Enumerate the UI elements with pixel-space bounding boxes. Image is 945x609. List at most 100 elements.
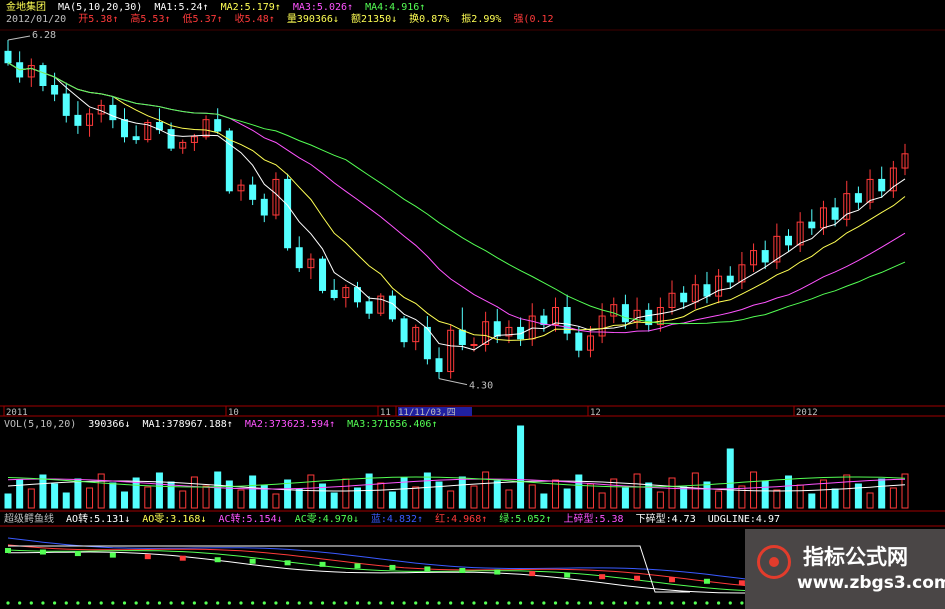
volume-bar-down	[155, 472, 163, 509]
volume-bar-down	[563, 488, 571, 509]
ma20-line	[7, 62, 906, 334]
fractal-dot	[612, 601, 616, 605]
fractal-dot	[647, 601, 651, 605]
volume-bar-up	[633, 473, 641, 509]
fractal-dot	[495, 601, 499, 605]
logo-icon	[757, 545, 791, 579]
candle-down	[62, 93, 70, 116]
fractal-dot	[169, 601, 173, 605]
fractal-dot	[472, 601, 476, 605]
fractal-dot	[262, 601, 266, 605]
candle-down	[878, 178, 886, 192]
volume-bar-down	[109, 482, 117, 509]
fractal-dot	[670, 601, 674, 605]
candle-down	[132, 136, 140, 141]
volume-bar-up	[447, 490, 455, 509]
ma30-line	[7, 62, 906, 325]
fractal-dot	[414, 601, 418, 605]
candle-down	[785, 235, 793, 246]
date-tick-label: 2011	[6, 408, 28, 418]
volume-bar-up	[377, 482, 385, 509]
fractal-down-marker	[424, 566, 431, 572]
volume-bar-down	[388, 491, 396, 509]
fractal-dot	[402, 601, 406, 605]
volume-bar-down	[435, 481, 443, 509]
low-price-label: 4.30	[469, 381, 493, 392]
fractal-down-marker	[39, 549, 46, 555]
candle-down	[167, 129, 175, 149]
fractal-down-marker	[564, 572, 571, 578]
date-tick-label: 11/11/03,四	[398, 408, 456, 418]
fractal-dot	[635, 601, 639, 605]
volume-bar-down	[540, 493, 548, 509]
moving-average-lines	[7, 62, 906, 351]
candle-down	[319, 258, 327, 291]
candle-down	[284, 178, 292, 249]
fractal-dot	[41, 601, 45, 605]
fractal-up-marker	[144, 554, 151, 560]
chart-canvas[interactable]: 2011 10 11 11/11/03,四 12 2012 6.28 4.30	[0, 0, 945, 609]
volume-bars	[4, 425, 909, 509]
fractal-dot	[682, 601, 686, 605]
fractal-dot	[588, 601, 593, 605]
volume-bar-down	[120, 491, 128, 509]
fractal-down-marker	[459, 568, 466, 573]
fractal-dot	[320, 601, 325, 605]
volume-bar-up	[656, 491, 664, 509]
volume-bar-down	[517, 425, 525, 509]
fractal-dot	[600, 601, 604, 605]
fractal-dot	[623, 601, 628, 605]
low-marker-line	[438, 378, 468, 386]
fractal-dot	[565, 601, 569, 605]
fractal-down-marker	[109, 552, 116, 558]
fractal-dot	[507, 601, 511, 605]
volume-bar-up	[528, 484, 536, 509]
candle-up	[470, 344, 478, 346]
volume-bar-up	[505, 489, 513, 509]
price-annotations: 6.28 4.30	[7, 30, 493, 392]
fractal-up-marker	[179, 555, 186, 561]
fractal-dot	[518, 601, 523, 605]
fractal-dot	[717, 601, 721, 605]
volume-bar-down	[214, 471, 222, 509]
fractal-dot	[460, 601, 464, 605]
fractal-up-marker	[599, 574, 606, 580]
volume-bar-down	[62, 492, 70, 509]
candle-down	[808, 221, 816, 229]
volume-bar-up	[482, 471, 490, 509]
volume-bar-up	[97, 473, 105, 509]
fractal-dot	[390, 601, 395, 605]
volume-bar-up	[796, 484, 804, 509]
fractal-dot	[134, 601, 138, 605]
volume-bar-up	[819, 479, 827, 509]
fractal-dot	[740, 601, 744, 605]
ma5-line	[7, 62, 906, 351]
fractal-dot	[693, 601, 697, 605]
volume-bar-up	[307, 474, 315, 509]
volume-bar-down	[575, 474, 583, 509]
fractal-dot	[530, 601, 534, 605]
date-tick-label: 12	[590, 408, 601, 418]
fractal-up-marker	[669, 577, 676, 583]
candle-down	[120, 119, 128, 138]
volume-bar-down	[284, 479, 292, 509]
volume-bar-up	[342, 478, 350, 509]
volume-bar-down	[51, 483, 59, 509]
candle-down	[493, 321, 501, 337]
fractal-down-marker	[494, 569, 501, 575]
date-tick-label: 2012	[796, 408, 818, 418]
candle-down	[621, 304, 629, 323]
volume-bar-up	[715, 490, 723, 509]
fractal-down-marker	[703, 578, 710, 584]
fractal-dot	[285, 601, 290, 605]
fractal-dot	[227, 601, 231, 605]
fractal-dot	[542, 601, 546, 605]
fractal-dot	[251, 601, 255, 605]
volume-bar-up	[27, 488, 35, 509]
volume-bar-up	[586, 483, 594, 509]
fractal-dot	[64, 601, 68, 605]
fractal-dot	[449, 601, 453, 605]
fractal-dot	[484, 601, 488, 605]
candle-down	[214, 119, 222, 132]
candle-down	[388, 295, 396, 320]
